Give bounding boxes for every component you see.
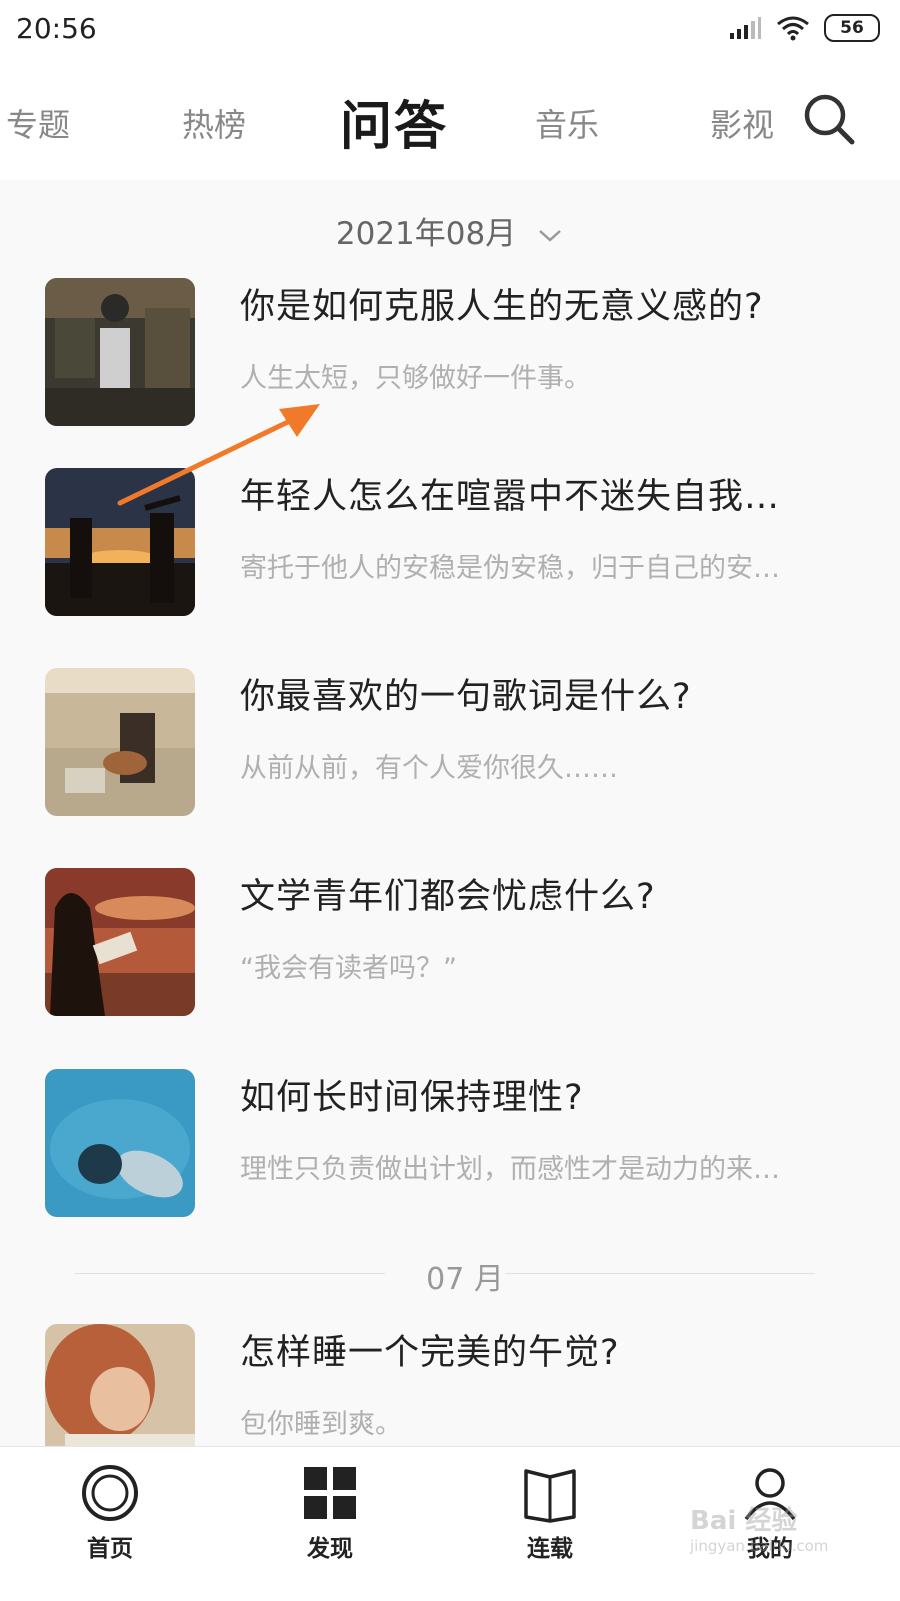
watermark: Bai 经验 jingyan.baidu.com [690, 1500, 828, 1555]
nav-label: 发现 [307, 1536, 353, 1562]
annotation-arrow-head [279, 404, 320, 437]
grid-icon [304, 1467, 356, 1519]
watermark-logo: Bai 经验 [690, 1506, 798, 1536]
watermark-url: jingyan.baidu.com [690, 1537, 829, 1555]
nav-label: 连载 [527, 1536, 573, 1562]
home-circle-icon [82, 1465, 138, 1521]
nav-home[interactable]: 首页 [50, 1463, 170, 1563]
nav-discover[interactable]: 发现 [270, 1463, 390, 1563]
nav-label: 首页 [87, 1536, 133, 1562]
annotation-arrow-icon [117, 404, 320, 506]
book-icon [524, 1469, 576, 1523]
nav-serial[interactable]: 连载 [490, 1463, 610, 1563]
annotation-arrow-shaft [117, 417, 295, 506]
